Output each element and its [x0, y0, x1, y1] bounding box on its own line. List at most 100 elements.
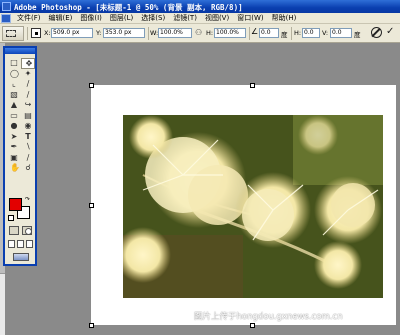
brush-icon: ∕ [26, 89, 30, 99]
x-label: X: [44, 29, 51, 37]
cancel-transform-icon[interactable] [371, 27, 382, 38]
jump-to-imageready[interactable] [8, 253, 34, 262]
transform-handle[interactable] [89, 203, 94, 208]
brush-tool[interactable]: ∕ [21, 90, 35, 101]
link-icon[interactable]: ⚇ [195, 28, 204, 38]
degree-label-2: 度 [354, 31, 361, 39]
arrow-icon: ➤ [10, 131, 18, 141]
transform-handle[interactable] [89, 323, 94, 328]
v-skew-field[interactable]: 0.0 [330, 28, 352, 38]
menu-view[interactable]: 视图(V) [201, 13, 233, 23]
menu-file[interactable]: 文件(F) [13, 13, 45, 23]
x-position-field[interactable]: 509.0 px [51, 28, 93, 38]
flower-photo-layer[interactable] [123, 115, 383, 298]
h-skew-label: H: [294, 29, 302, 37]
divider [249, 27, 250, 40]
default-colors-icon[interactable] [8, 215, 14, 221]
menu-help[interactable]: 帮助(H) [268, 13, 301, 23]
dodge-icon: ◉ [24, 121, 32, 130]
marquee-icon: □ [10, 58, 18, 67]
h-skew-field[interactable]: 0.0 [302, 28, 320, 38]
tool-preset-picker[interactable] [2, 26, 24, 41]
zoom-tool[interactable]: ☌ [21, 163, 35, 174]
window-title: Adobe Photoshop - [未标题-1 @ 50% (背景 副本, R… [14, 3, 243, 12]
history-brush-tool[interactable]: ↪ [21, 100, 35, 111]
width-scale-field[interactable]: 100.0% [158, 28, 192, 38]
lasso-tool[interactable]: ◯ [7, 69, 21, 80]
menu-select[interactable]: 选择(S) [137, 13, 169, 23]
app-menu-icon[interactable] [1, 13, 11, 23]
magic-wand-icon: ✦ [24, 68, 32, 78]
color-swatches: ↷ [8, 196, 34, 222]
magic-wand-tool[interactable]: ✦ [21, 69, 35, 80]
menu-filter[interactable]: 滤镜(T) [169, 13, 201, 23]
crop-tool[interactable]: ⌞ [7, 79, 21, 90]
transform-handle[interactable] [89, 83, 94, 88]
healing-brush-tool[interactable]: ▧ [7, 90, 21, 101]
blur-tool[interactable]: ● [7, 121, 21, 132]
flower-image [123, 115, 383, 298]
full-screen-mode-icon[interactable] [26, 240, 33, 248]
pen-tool[interactable]: ✒ [7, 142, 21, 153]
screen-mode-controls [8, 240, 34, 250]
rotate-icon: ∠ [251, 27, 259, 36]
move-icon: ✥ [25, 59, 33, 68]
marquee-tool[interactable]: □ [7, 58, 21, 69]
move-tool[interactable]: ✥ [21, 58, 35, 69]
menu-layer[interactable]: 图层(L) [106, 13, 137, 23]
height-label: H: [206, 29, 214, 37]
tool-grid: □ ✥ ◯ ✦ ⌞ ∕ ▧ ∕ ▲ ↪ ▭ ▤ ● ◉ ➤ T ✒ ∖ ▣ ∕ … [7, 58, 35, 174]
slice-tool[interactable]: ∕ [21, 79, 35, 90]
blur-icon: ● [10, 121, 18, 130]
clone-stamp-tool[interactable]: ▲ [7, 100, 21, 111]
path-selection-tool[interactable]: ➤ [7, 132, 21, 143]
line-tool[interactable]: ∖ [21, 142, 35, 153]
divider [148, 27, 149, 40]
dodge-tool[interactable]: ◉ [21, 121, 35, 132]
reference-point-icon[interactable] [31, 28, 41, 38]
imageready-icon [13, 253, 29, 261]
v-skew-label: V: [322, 29, 329, 37]
eyedropper-icon: ∕ [26, 152, 30, 162]
title-bar: Adobe Photoshop - [未标题-1 @ 50% (背景 副本, R… [0, 0, 400, 13]
eraser-tool[interactable]: ▭ [7, 111, 21, 122]
transform-handle[interactable] [250, 323, 255, 328]
toolbox-title-bar[interactable] [5, 48, 35, 54]
lasso-icon: ◯ [10, 68, 19, 78]
type-icon: T [25, 131, 31, 141]
foreground-color-swatch[interactable] [9, 198, 22, 211]
height-scale-field[interactable]: 100.0% [214, 28, 246, 38]
zoom-icon: ☌ [25, 163, 31, 172]
type-tool[interactable]: T [21, 132, 35, 143]
eyedropper-tool[interactable]: ∕ [21, 153, 35, 164]
bandage-icon: ▧ [10, 89, 18, 99]
rotate-field[interactable]: 0.0 [259, 28, 279, 38]
y-position-field[interactable]: 353.0 px [103, 28, 145, 38]
quick-mask-controls [8, 226, 34, 236]
width-label: W: [150, 29, 159, 37]
pen-icon: ✒ [10, 142, 18, 151]
gradient-tool[interactable]: ▤ [21, 111, 35, 122]
notes-icon: ▣ [10, 152, 18, 162]
history-brush-icon: ↪ [24, 100, 32, 109]
full-screen-menu-mode-icon[interactable] [17, 240, 24, 248]
menu-window[interactable]: 窗口(W) [233, 13, 267, 23]
divider [27, 27, 28, 40]
swap-colors-icon[interactable]: ↷ [25, 196, 30, 203]
notes-tool[interactable]: ▣ [7, 153, 21, 164]
menu-edit[interactable]: 编辑(E) [45, 13, 77, 23]
slice-icon: ∕ [26, 79, 30, 88]
hand-tool[interactable]: ✋ [7, 163, 21, 174]
transform-handle[interactable] [250, 83, 255, 88]
eraser-icon: ▭ [10, 110, 18, 120]
y-label: Y: [96, 29, 102, 37]
standard-mode-button[interactable] [9, 226, 19, 235]
standard-screen-mode-icon[interactable] [8, 240, 15, 248]
quick-mask-button[interactable] [22, 226, 32, 235]
watermark-text: 图片上传于hongdou.gxnews.com.cn [194, 312, 343, 322]
gradient-icon: ▤ [24, 110, 32, 120]
menu-image[interactable]: 图像(I) [76, 13, 106, 23]
degree-label: 度 [281, 31, 288, 39]
transform-icon [6, 30, 16, 37]
commit-transform-icon[interactable]: ✓ [386, 26, 394, 37]
